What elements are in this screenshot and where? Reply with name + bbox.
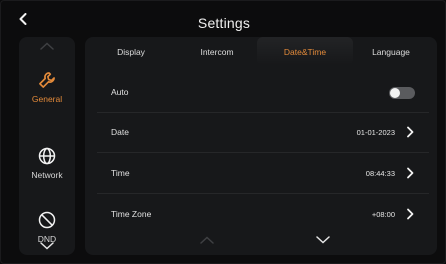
chevron-down-icon — [316, 236, 330, 244]
tab-language[interactable]: Language — [359, 47, 423, 57]
sidebar-scroll-down[interactable] — [19, 239, 75, 253]
time-zone-value: +08:00 — [371, 210, 395, 219]
setting-label: Time — [111, 168, 130, 178]
setting-row-auto: Auto — [97, 73, 429, 113]
tab-intercom[interactable]: Intercom — [185, 47, 249, 57]
settings-screen: Settings General Network DND Display Int… — [0, 0, 446, 264]
globe-icon — [38, 147, 56, 165]
sidebar-item-label: General — [31, 94, 63, 104]
chevron-up-icon — [40, 42, 54, 50]
page-title: Settings — [197, 15, 251, 31]
setting-row-time[interactable]: Time 08:44:33 — [97, 154, 429, 194]
chevron-down-icon — [40, 242, 54, 250]
date-value: 01-01-2023 — [356, 128, 395, 137]
setting-label: Time Zone — [111, 209, 152, 219]
chevron-right-icon — [407, 167, 414, 179]
settings-panel: Display Intercom Date&Time Language Auto… — [85, 37, 437, 255]
sidebar-item-label: Network — [31, 170, 63, 180]
sidebar-item-general[interactable]: General — [19, 61, 75, 113]
chevron-right-icon — [407, 208, 414, 220]
sidebar: General Network DND — [19, 37, 75, 255]
setting-row-date[interactable]: Date 01-01-2023 — [97, 113, 429, 153]
tab-date-time[interactable]: Date&Time — [269, 47, 341, 57]
toggle-knob — [390, 88, 400, 98]
top-bar: Settings — [1, 1, 446, 37]
time-value: 08:44:33 — [365, 169, 395, 178]
setting-label: Auto — [111, 87, 129, 97]
do-not-disturb-icon — [38, 211, 56, 229]
tab-bar: Display Intercom Date&Time Language — [85, 37, 437, 67]
wrench-icon — [39, 72, 55, 88]
list-scroll-up[interactable] — [199, 235, 215, 245]
sidebar-item-network[interactable]: Network — [19, 137, 75, 189]
setting-label: Date — [111, 127, 129, 137]
sidebar-scroll-up[interactable] — [19, 39, 75, 53]
chevron-up-icon — [200, 236, 214, 244]
list-scroll-down[interactable] — [315, 235, 331, 245]
tab-display[interactable]: Display — [101, 47, 161, 57]
auto-toggle[interactable] — [389, 87, 415, 99]
chevron-right-icon — [407, 126, 414, 138]
setting-row-time-zone[interactable]: Time Zone +08:00 — [97, 195, 429, 235]
